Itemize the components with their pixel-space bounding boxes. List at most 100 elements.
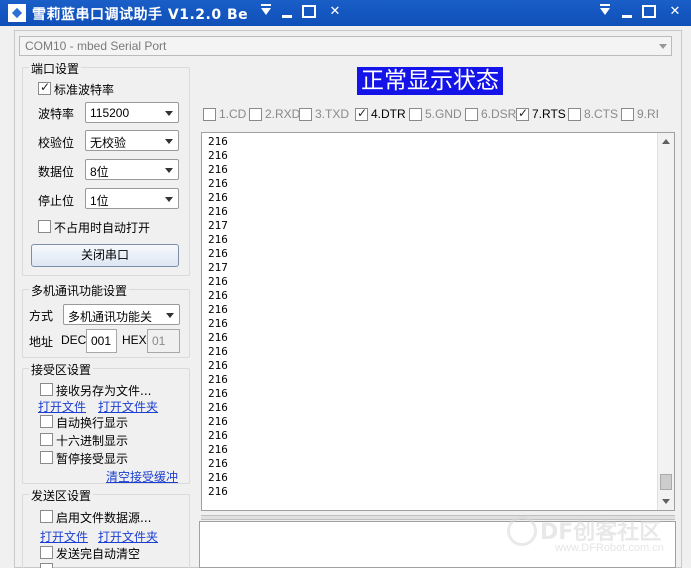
stopbits-label: 停止位 [38,194,75,208]
port-selector-value: COM10 - mbed Serial Port [25,39,167,53]
pin-checkbox [568,108,581,121]
maximize-icon-2[interactable] [642,5,656,18]
receive-line: 216 [208,205,228,218]
baud-select[interactable]: 115200 [85,102,179,123]
hex-address-input[interactable]: 01 [147,329,180,353]
pin-indicator-rts: 7.RTS [516,106,566,121]
receive-line: 216 [208,163,228,176]
watermark-url: www.DFRobot.com.cn [555,542,664,554]
standard-baud-label: 标准波特率 [54,83,115,97]
receive-line: 216 [208,443,228,456]
receive-line: 216 [208,177,228,190]
file-source-checkbox[interactable] [40,510,53,523]
dec-address-input[interactable]: 001 [86,329,117,353]
receive-line: 217 [208,219,228,232]
mode-select[interactable]: 多机通讯功能关 [63,304,180,325]
pin-checkbox [516,106,529,121]
save-to-file-checkbox[interactable] [40,383,53,396]
databits-label: 数据位 [38,165,75,179]
pin-checkbox [299,108,312,121]
standard-baud-checkbox[interactable] [38,80,51,95]
receive-scrollbar[interactable] [657,133,674,510]
pin-label: 9.RI [637,107,660,121]
receive-lines: 216 216 216 216 216 216 217 216 216 217 216 216 216 2… [208,135,228,499]
receive-line: 216 [208,233,228,246]
close-icon-2[interactable]: ✕ [666,3,684,21]
chevron-down-icon [659,44,667,49]
pause-receive-label: 暂停接受显示 [56,452,129,466]
receive-line: 216 [208,345,228,358]
port-selector[interactable]: COM10 - mbed Serial Port [19,36,672,56]
system-menu-icon-2[interactable] [596,3,614,21]
dec-label: DEC [61,333,87,347]
pin-indicator-dsr: 6.DSR [465,107,516,121]
send-open-folder-link[interactable]: 打开文件夹 [98,528,158,545]
scroll-down-icon[interactable] [662,499,670,504]
system-menu-icon[interactable] [257,3,275,21]
receive-text-area[interactable]: 216 216 216 216 216 216 217 216 216 217 216 216 216 2… [201,132,675,511]
window-title: 雪莉蓝串口调试助手 V1.2.0 Be [32,7,249,23]
auto-newline-checkbox[interactable] [40,415,53,428]
receive-line: 216 [208,415,228,428]
auto-clear-label: 发送完自动清空 [56,547,141,561]
pin-checkbox [249,108,262,121]
pin-checkbox [621,108,634,121]
receive-line: 216 [208,429,228,442]
chevron-down-icon [165,197,173,202]
send-open-file-link[interactable]: 打开文件 [40,528,88,545]
watermark-logo-icon [507,516,537,546]
mode-value: 多机通讯功能关 [68,310,153,324]
databits-value: 8位 [90,165,109,179]
clear-receive-link[interactable]: 清空接受缓冲 [106,468,178,485]
receive-line: 216 [208,387,228,400]
app-icon [8,4,26,22]
pin-checkbox [465,108,478,121]
pin-indicator-dtr: 4.DTR [355,106,406,121]
receive-line: 216 [208,485,228,498]
scroll-thumb[interactable] [660,474,672,490]
open-file-link[interactable]: 打开文件 [38,398,86,415]
pin-checkbox [203,108,216,121]
minimize-icon-2[interactable] [619,3,637,21]
receive-line: 216 [208,191,228,204]
receive-line: 217 [208,261,228,274]
maximize-icon[interactable] [302,5,316,18]
close-icon[interactable]: ✕ [326,3,344,21]
pin-checkbox [409,108,422,121]
receive-line: 216 [208,289,228,302]
chevron-down-icon [165,139,173,144]
pin-indicator-gnd: 5.GND [409,107,462,121]
minimize-icon[interactable] [279,3,297,21]
open-folder-link[interactable]: 打开文件夹 [98,398,158,415]
pause-receive-checkbox[interactable] [40,451,53,464]
auto-clear-checkbox[interactable] [40,546,53,559]
pin-label: 7.RTS [532,107,566,121]
stopbits-value: 1位 [90,194,109,208]
pin-checkbox [355,106,368,121]
extra-checkbox[interactable] [40,563,53,568]
save-to-file-label: 接收另存为文件... [56,384,152,398]
receive-line: 216 [208,471,228,484]
pin-label: 8.CTS [584,107,619,121]
pin-label: 4.DTR [371,107,406,121]
receive-line: 216 [208,331,228,344]
scroll-up-icon[interactable] [662,139,670,144]
baud-value: 115200 [90,106,130,120]
auto-open-checkbox[interactable] [38,220,51,233]
address-label: 地址 [29,335,54,349]
close-port-button[interactable]: 关闭串口 [31,244,179,267]
parity-select[interactable]: 无校验 [85,130,179,151]
multi-machine-title: 多机通讯功能设置 [29,282,130,299]
chevron-down-icon [166,313,174,318]
receive-line: 216 [208,303,228,316]
receive-line: 216 [208,149,228,162]
hex-display-checkbox[interactable] [40,433,53,446]
stopbits-select[interactable]: 1位 [85,188,179,209]
auto-open-label: 不占用时自动打开 [54,221,151,235]
databits-select[interactable]: 8位 [85,159,179,180]
chevron-down-icon [165,168,173,173]
chevron-down-icon [165,111,173,116]
pin-indicator-rxd: 2.RXD [249,107,300,121]
parity-value: 无校验 [90,136,127,150]
pin-label: 1.CD [219,107,247,121]
